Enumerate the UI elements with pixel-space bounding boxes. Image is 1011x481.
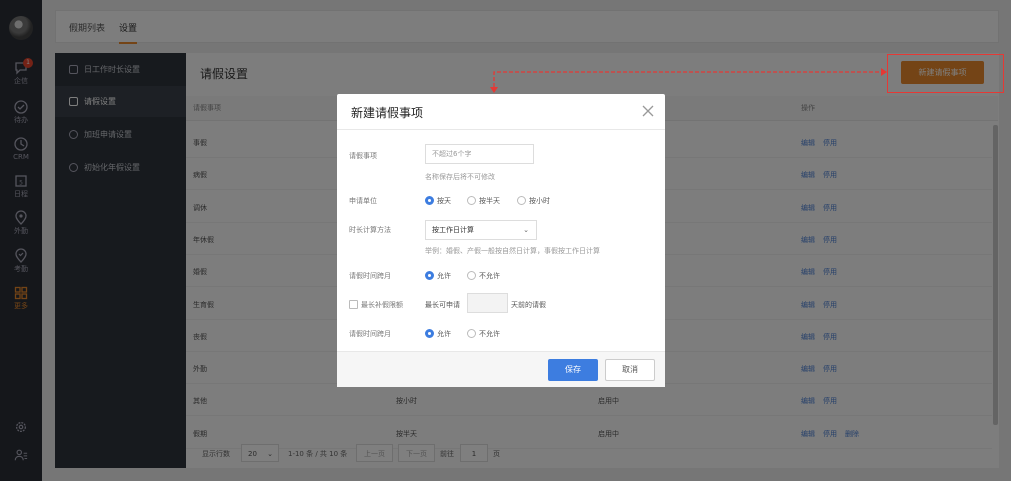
month-radio-allow[interactable]: 允许 bbox=[425, 329, 451, 339]
month-radio-deny[interactable]: 不允许 bbox=[467, 329, 500, 339]
leave-name-label: 请假事项 bbox=[349, 152, 377, 160]
save-button[interactable]: 保存 bbox=[548, 359, 598, 381]
limit-checkbox[interactable]: 最长补假限额 bbox=[349, 300, 403, 310]
limit-prefix: 最长可申请 bbox=[425, 301, 460, 309]
month-label: 请假时间跨月 bbox=[349, 330, 391, 338]
radio-label: 不允许 bbox=[479, 272, 500, 280]
radio-label: 按小时 bbox=[529, 197, 550, 205]
limit-suffix: 天前的请假 bbox=[511, 301, 546, 309]
calc-method-hint: 举例：婚假、产假一般按自然日计算，事假按工作日计算 bbox=[425, 247, 600, 255]
highlight-box bbox=[887, 54, 1004, 93]
cross-radio-allow[interactable]: 允许 bbox=[425, 271, 451, 281]
limit-days-input[interactable] bbox=[467, 293, 508, 313]
unit-radio-halfday[interactable]: 按半天 bbox=[467, 196, 500, 206]
chevron-down-icon: ⌄ bbox=[523, 226, 529, 234]
calc-method-select[interactable]: 按工作日计算 ⌄ bbox=[425, 220, 537, 240]
cross-radio-deny[interactable]: 不允许 bbox=[467, 271, 500, 281]
cancel-button[interactable]: 取消 bbox=[605, 359, 655, 381]
new-leave-dialog bbox=[337, 94, 665, 387]
dialog-title: 新建请假事项 bbox=[351, 106, 424, 120]
radio-label: 允许 bbox=[437, 272, 451, 280]
calc-method-label: 时长计算方法 bbox=[349, 226, 391, 234]
unit-radio-hour[interactable]: 按小时 bbox=[517, 196, 550, 206]
radio-label: 允许 bbox=[437, 330, 451, 338]
calc-method-value: 按工作日计算 bbox=[432, 226, 474, 234]
close-icon[interactable] bbox=[641, 104, 655, 118]
radio-label: 按半天 bbox=[479, 197, 500, 205]
unit-radio-day[interactable]: 按天 bbox=[425, 196, 451, 206]
cross-month-label: 请假时间跨月 bbox=[349, 272, 391, 280]
limit-label: 最长补假限额 bbox=[361, 301, 403, 309]
radio-label: 按天 bbox=[437, 197, 451, 205]
unit-label: 申请单位 bbox=[349, 197, 377, 205]
dialog-divider bbox=[337, 129, 665, 130]
radio-label: 不允许 bbox=[479, 330, 500, 338]
leave-name-input[interactable]: 不超过6个字 bbox=[425, 144, 534, 164]
leave-name-hint: 名称保存后将不可修改 bbox=[425, 173, 495, 181]
